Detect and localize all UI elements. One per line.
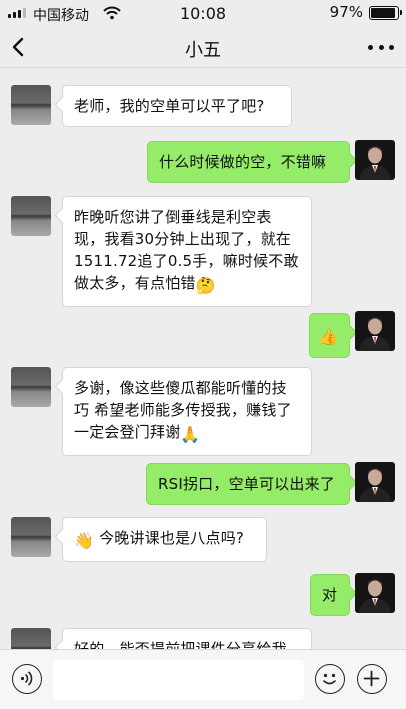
received-message-bubble[interactable]: 昨晚听您讲了倒垂线是利空表现，我看30分钟上出现了，就在1511.72追了0.5… xyxy=(62,196,312,307)
message-input-bar xyxy=(0,649,406,709)
message-text: 对 xyxy=(322,586,338,604)
chat-header: 小五 xyxy=(0,26,406,68)
my-avatar[interactable] xyxy=(355,573,395,613)
received-message-bubble[interactable]: 老师，我的空单可以平了吧? xyxy=(62,85,292,127)
message-text: 今晚讲课也是八点吗? xyxy=(99,529,245,547)
received-message-bubble[interactable]: 多谢，像这些傻瓜都能听懂的技巧 希望老师能多传授我，赚钱了一定会登门拜谢🙏 xyxy=(62,367,312,456)
thumbs-up-emoji-icon: 👍 xyxy=(318,327,339,346)
voice-input-icon[interactable] xyxy=(12,664,42,694)
contact-avatar[interactable] xyxy=(11,517,51,557)
message-text: 什么时候做的空，不错嘛 xyxy=(159,153,327,171)
contact-avatar[interactable] xyxy=(11,628,51,649)
battery-icon xyxy=(369,6,402,20)
contact-avatar[interactable] xyxy=(11,196,51,236)
message-text: 昨晚听您讲了倒垂线是利空表现，我看30分钟上出现了，就在1511.72追了0.5… xyxy=(74,208,299,292)
sent-message-bubble[interactable]: 👍 xyxy=(309,313,350,358)
contact-avatar[interactable] xyxy=(11,85,51,125)
emoji-picker-icon[interactable] xyxy=(315,664,345,694)
message-text: 老师，我的空单可以平了吧? xyxy=(74,97,265,115)
pray-emoji-icon: 🙏 xyxy=(180,425,201,444)
thinking-emoji-icon: 🤔 xyxy=(195,276,216,295)
received-message-bubble[interactable]: 好的，能否提前把课件分享给我 xyxy=(62,628,312,649)
my-avatar[interactable] xyxy=(355,462,395,502)
my-avatar[interactable] xyxy=(355,140,395,180)
chat-title: 小五 xyxy=(185,40,221,61)
message-text: 好的，能否提前把课件分享给我 xyxy=(74,640,287,649)
message-text: RSI拐口，空单可以出来了 xyxy=(158,475,335,493)
add-attachment-icon[interactable] xyxy=(357,664,387,694)
message-input-field[interactable] xyxy=(53,660,304,700)
chat-message-list[interactable]: 老师，我的空单可以平了吧? 什么时候做的空，不错嘛 昨晚听您讲了倒垂线是利空表现… xyxy=(0,69,406,649)
my-avatar[interactable] xyxy=(355,311,395,351)
wave-emoji-icon: 👋 xyxy=(74,531,95,550)
status-bar: 中国移动 10:08 97% xyxy=(0,0,406,26)
sent-message-bubble[interactable]: 什么时候做的空，不错嘛 xyxy=(147,141,350,183)
contact-avatar[interactable] xyxy=(11,367,51,407)
received-message-bubble[interactable]: 👋 今晚讲课也是八点吗? xyxy=(62,517,267,562)
sent-message-bubble[interactable]: RSI拐口，空单可以出来了 xyxy=(146,463,350,505)
battery-percentage: 97% xyxy=(329,3,363,21)
sent-message-bubble[interactable]: 对 xyxy=(310,574,350,616)
more-options-icon[interactable] xyxy=(368,37,394,57)
